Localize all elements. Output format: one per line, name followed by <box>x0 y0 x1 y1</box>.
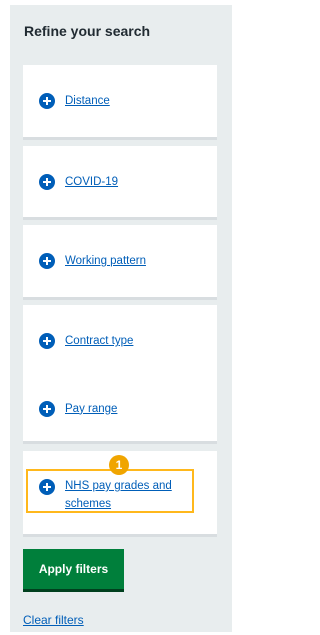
plus-circle-icon <box>39 173 55 190</box>
filter-panel: Refine your search Distance COVID-19 Wor… <box>10 5 232 632</box>
step-marker-badge: 1 <box>109 455 129 475</box>
filter-contract-type[interactable]: Contract type <box>23 305 217 377</box>
plus-circle-icon <box>39 400 55 417</box>
filter-contract-type-link[interactable]: Contract type <box>65 335 133 347</box>
filter-distance-link[interactable]: Distance <box>65 95 110 107</box>
filter-covid[interactable]: COVID-19 <box>23 146 217 217</box>
filter-distance[interactable]: Distance <box>23 65 217 137</box>
filter-working-pattern-link[interactable]: Working pattern <box>65 255 146 267</box>
filter-covid-link[interactable]: COVID-19 <box>65 176 118 188</box>
filter-pay-range-link[interactable]: Pay range <box>65 403 117 415</box>
apply-filters-button[interactable]: Apply filters <box>23 549 124 589</box>
plus-circle-icon <box>39 93 55 109</box>
clear-filters-link[interactable]: Clear filters <box>23 613 84 627</box>
plus-circle-icon <box>39 253 55 269</box>
filter-pay-range[interactable]: Pay range <box>23 376 217 441</box>
filter-panel-title: Refine your search <box>24 23 151 39</box>
filter-working-pattern[interactable]: Working pattern <box>23 225 217 297</box>
plus-circle-icon <box>39 333 55 349</box>
focus-highlight <box>26 469 194 513</box>
